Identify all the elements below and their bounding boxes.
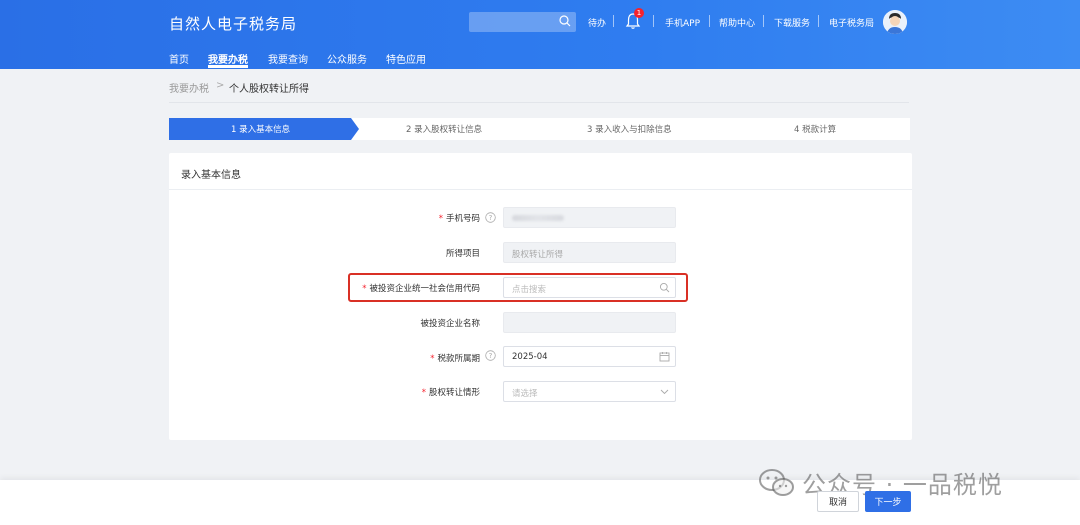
phone-field [503, 207, 676, 228]
help-center-link[interactable]: 帮助中心 [719, 16, 755, 29]
mobile-app-link[interactable]: 手机APP [665, 16, 700, 29]
help-icon[interactable]: ? [485, 212, 496, 223]
step-3: 3 录入收入与扣除信息 [587, 125, 672, 135]
svg-text:?: ? [489, 352, 493, 360]
download-link[interactable]: 下载服务 [774, 16, 810, 29]
step-1: 1 录入基本信息 [231, 125, 291, 135]
divider [613, 15, 614, 27]
required-mark: * [430, 354, 435, 364]
search-icon[interactable] [558, 14, 572, 28]
top-header: 自然人电子税务局 待办 1 手机APP 帮助中心 下载服务 电子税务局 首页 我… [0, 0, 1080, 69]
breadcrumb-parent[interactable]: 我要办税 [169, 80, 209, 95]
divider [818, 15, 819, 27]
step-2: 2 录入股权转让信息 [406, 125, 483, 135]
nav-home[interactable]: 首页 [169, 51, 189, 66]
help-icon[interactable]: ? [485, 350, 496, 361]
e-tax-link[interactable]: 电子税务局 [829, 16, 874, 29]
notification-badge: 1 [634, 8, 644, 18]
masked-value [512, 215, 564, 221]
site-brand[interactable]: 自然人电子税务局 [169, 13, 297, 34]
chevron-down-icon[interactable] [659, 386, 670, 397]
divider [709, 15, 710, 27]
company-name-label: 被投资企业名称 [420, 319, 480, 329]
header-search-input[interactable] [469, 12, 576, 32]
tax-period-label: * 税款所属期 [430, 354, 480, 364]
nav-tax-handling[interactable]: 我要办税 [208, 51, 248, 66]
breadcrumb-separator: > [216, 80, 225, 91]
next-step-button[interactable]: 下一步 [865, 491, 911, 512]
wechat-icon [759, 468, 794, 496]
transfer-type-placeholder: 请选择 [512, 389, 538, 399]
highlight-box [348, 273, 688, 302]
avatar-icon [883, 10, 907, 34]
nav-query[interactable]: 我要查询 [268, 51, 308, 66]
cancel-button[interactable]: 取消 [817, 491, 859, 512]
transfer-type-select[interactable]: 请选择 [503, 381, 676, 402]
divider [169, 189, 912, 190]
svg-text:?: ? [489, 214, 493, 222]
section-title: 录入基本信息 [181, 170, 241, 181]
step-progress: 1 录入基本信息 2 录入股权转让信息 3 录入收入与扣除信息 4 税款计算 [169, 118, 910, 140]
required-mark: * [421, 388, 426, 398]
phone-label: * 手机号码 [438, 214, 480, 224]
required-mark: * [438, 214, 443, 224]
todo-link[interactable]: 待办 [588, 16, 606, 29]
transfer-type-label: * 股权转让情形 [421, 388, 480, 398]
step-4: 4 税款计算 [794, 125, 837, 135]
breadcrumb-current: 个人股权转让所得 [229, 84, 309, 95]
calendar-icon[interactable] [659, 351, 670, 362]
nav-special-apps[interactable]: 特色应用 [386, 51, 426, 66]
nav-active-indicator [208, 65, 248, 68]
divider [169, 102, 909, 103]
divider [653, 15, 654, 27]
user-avatar[interactable] [883, 10, 907, 34]
tax-period-date-picker[interactable]: 2025-04 [503, 346, 676, 367]
income-item-field: 股权转让所得 [503, 242, 676, 263]
income-item-label: 所得项目 [445, 249, 480, 259]
tax-period-value: 2025-04 [512, 352, 548, 362]
company-name-field [503, 312, 676, 333]
divider [763, 15, 764, 27]
nav-public-service[interactable]: 公众服务 [327, 51, 367, 66]
